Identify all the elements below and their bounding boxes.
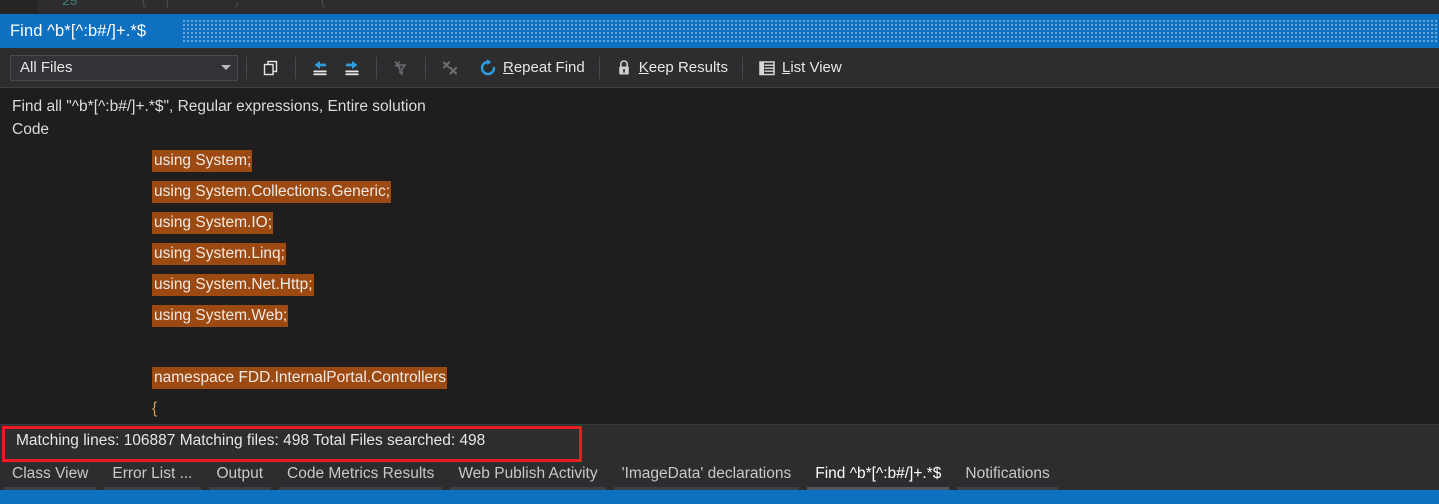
- result-match-text: using System.Linq;: [152, 243, 286, 265]
- editor-remnant-strip: 25 { | ; (: [0, 0, 1439, 14]
- result-row[interactable]: using System;: [0, 145, 1439, 176]
- scope-combobox-value: All Files: [20, 59, 73, 76]
- bottom-tab-label: Find ^b*[^:b#/]+.*$: [815, 464, 942, 482]
- list-view-icon: [759, 60, 775, 75]
- bottom-tab-label: Class View: [12, 464, 89, 482]
- bottom-tab[interactable]: 'ImageData' declarations: [610, 457, 804, 490]
- ide-status-bar: [0, 490, 1439, 504]
- result-row[interactable]: [0, 331, 1439, 362]
- keep-results-accel: K: [638, 59, 649, 76]
- clear-results-icon: [442, 60, 458, 75]
- repeat-find-accel: R: [503, 59, 514, 76]
- result-match-text: using System.Collections.Generic;: [152, 181, 392, 203]
- clear-filter-icon: [394, 60, 407, 75]
- toolbar-separator: [246, 56, 247, 79]
- result-match-text: using System.Web;: [152, 305, 289, 327]
- result-match-text: using System.IO;: [152, 212, 274, 234]
- bottom-tab[interactable]: Code Metrics Results: [275, 457, 446, 490]
- bottom-tab-label: Code Metrics Results: [287, 464, 435, 482]
- keep-results-label-rest: eep Results: [648, 59, 728, 76]
- bottom-tab[interactable]: Error List ...: [100, 457, 204, 490]
- result-row[interactable]: using System.Linq;: [0, 238, 1439, 269]
- repeat-find-icon: [480, 58, 496, 75]
- result-row[interactable]: using System.IO;: [0, 207, 1439, 238]
- find-summary: Find all "^b*[^:b#/]+.*$", Regular expre…: [0, 89, 1439, 145]
- find-status-text: Matching lines: 106887 Matching files: 4…: [16, 432, 486, 449]
- result-match-text: using System.Net.Http;: [152, 274, 314, 296]
- bottom-tab[interactable]: Output: [205, 457, 276, 490]
- titlebar-drag-grip[interactable]: [183, 20, 1439, 42]
- toolbar-separator: [295, 56, 296, 79]
- bottom-tab[interactable]: Class View: [0, 457, 100, 490]
- tool-window-titlebar[interactable]: Find ^b*[^:b#/]+.*$: [0, 14, 1439, 48]
- repeat-find-label-rest: epeat Find: [513, 59, 585, 76]
- toolbar-separator: [741, 56, 743, 79]
- editor-gutter: [0, 0, 38, 14]
- repeat-find-label: Repeat Find: [503, 59, 585, 76]
- bottom-tab-label: Web Publish Activity: [458, 464, 598, 482]
- bottom-tab-label: Output: [216, 464, 264, 482]
- bottom-tab[interactable]: Notifications: [953, 457, 1061, 490]
- toolbar-separator: [376, 56, 377, 79]
- lock-icon: [618, 59, 629, 74]
- result-row[interactable]: using System.Net.Http;: [0, 269, 1439, 300]
- toolbar-separator: [598, 56, 600, 79]
- copy-button[interactable]: [255, 53, 287, 83]
- list-view-label: List View: [782, 59, 842, 76]
- list-view-button[interactable]: List View: [751, 53, 848, 83]
- find-results-window: 25 { | ; ( Find ^b*[^:b#/]+.*$ All Files: [0, 0, 1439, 504]
- previous-location-button[interactable]: [304, 53, 336, 83]
- find-results-list[interactable]: using System; using System.Collections.Ge…: [0, 145, 1439, 428]
- result-match-text: using System;: [152, 150, 253, 172]
- result-match-text: namespace FDD.InternalPortal.Controllers: [152, 367, 448, 389]
- result-row[interactable]: using System.Web;: [0, 300, 1439, 331]
- ghost-code-fragment: { | ; (: [140, 0, 328, 9]
- result-row[interactable]: using System.Collections.Generic;: [0, 176, 1439, 207]
- keep-results-button[interactable]: Keep Results: [608, 53, 734, 83]
- scope-combobox[interactable]: All Files: [10, 54, 238, 81]
- result-row[interactable]: {: [0, 393, 1439, 424]
- tool-window-tabstrip[interactable]: Class View Error List ... Output Code Metri…: [0, 457, 1439, 490]
- find-results-toolbar: All Files Repeat Find Keep Results List …: [0, 48, 1439, 88]
- tool-window-title: Find ^b*[^:b#/]+.*$: [10, 21, 147, 40]
- result-trailing-text: {: [152, 400, 158, 417]
- results-section-label: Code: [12, 121, 50, 138]
- bottom-tab[interactable]: Web Publish Activity: [446, 457, 609, 490]
- find-description: Find all "^b*[^:b#/]+.*$", Regular expre…: [12, 98, 426, 115]
- bottom-tab[interactable]: Find ^b*[^:b#/]+.*$: [803, 457, 953, 490]
- ghost-code-line-number: 25: [62, 0, 78, 9]
- clear-results-button[interactable]: [434, 53, 466, 83]
- result-row[interactable]: namespace FDD.InternalPortal.Controllers: [0, 362, 1439, 393]
- bottom-tab-label: 'ImageData' declarations: [621, 464, 792, 482]
- copy-icon: [263, 60, 278, 75]
- bottom-tab-label: Error List ...: [112, 464, 193, 482]
- repeat-find-button[interactable]: Repeat Find: [472, 53, 591, 83]
- list-view-label-rest: ist View: [790, 59, 842, 76]
- next-location-button[interactable]: [336, 53, 368, 83]
- previous-location-icon: [313, 60, 327, 75]
- next-location-icon: [345, 60, 359, 75]
- clear-filter-button[interactable]: [385, 53, 417, 83]
- keep-results-label: Keep Results: [639, 59, 728, 76]
- toolbar-separator: [425, 56, 426, 79]
- chevron-down-icon: [221, 65, 231, 70]
- bottom-tab-label: Notifications: [965, 464, 1050, 482]
- find-status-line: Matching lines: 106887 Matching files: 4…: [0, 424, 1439, 457]
